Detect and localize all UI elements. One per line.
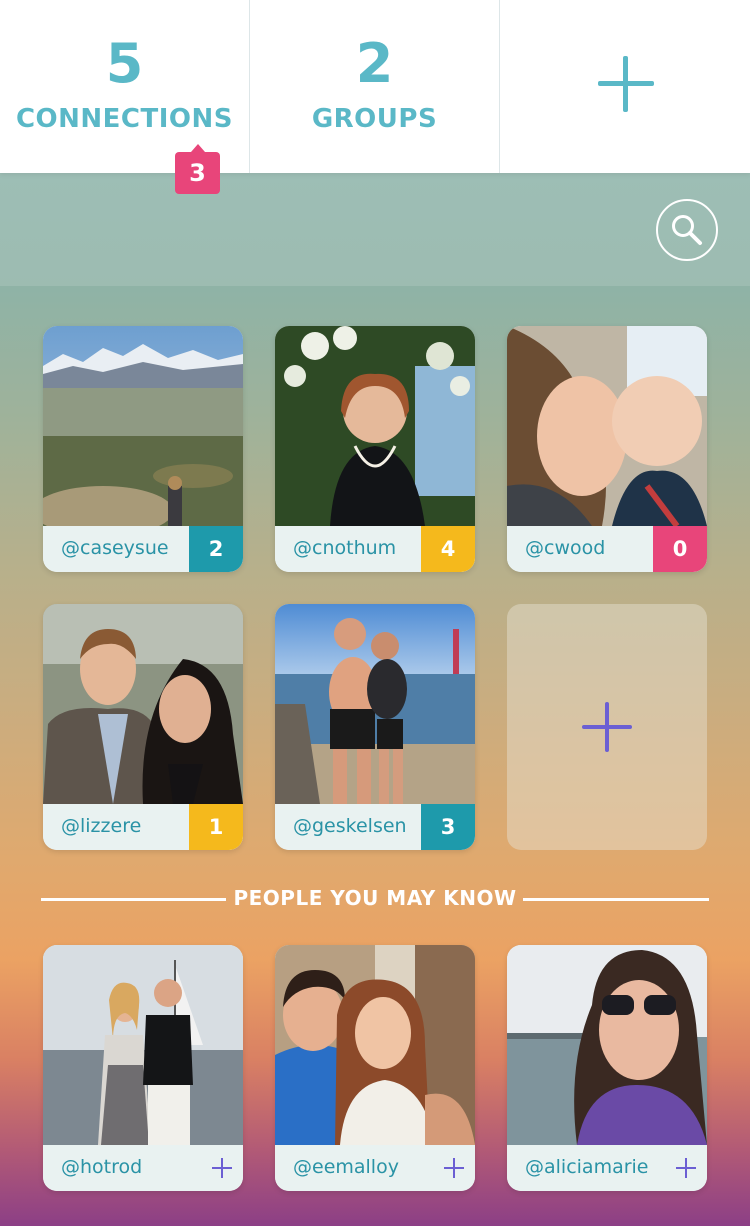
plus-icon[interactable] [212, 1158, 232, 1178]
connection-handle: @geskelsen [293, 815, 407, 837]
connection-requests-badge[interactable]: 3 [175, 144, 220, 194]
divider-left [41, 898, 226, 901]
shared-count-badge: 4 [421, 526, 475, 572]
connection-handle: @lizzere [61, 815, 142, 837]
add-connection-card[interactable] [507, 604, 707, 850]
shared-count-badge: 1 [189, 804, 243, 850]
connections-label: CONNECTIONS [15, 104, 234, 134]
connection-photo [275, 604, 475, 804]
suggestion-handle: @hotrod [61, 1156, 143, 1178]
shared-count-badge: 3 [421, 804, 475, 850]
divider-right [523, 898, 709, 901]
connection-card[interactable]: @caseysue 2 [43, 326, 243, 572]
connection-card[interactable]: @lizzere 1 [43, 604, 243, 850]
connection-card[interactable]: @cwood 0 [507, 326, 707, 572]
card-footer: @cwood 0 [507, 526, 707, 572]
plus-icon [598, 56, 654, 112]
search-band [0, 173, 750, 286]
groups-label: GROUPS [311, 104, 438, 134]
add-button[interactable] [500, 0, 750, 173]
plus-icon[interactable] [444, 1158, 464, 1178]
card-footer: @aliciamarie [507, 1145, 707, 1191]
suggestion-handle: @aliciamarie [525, 1156, 649, 1178]
suggestion-card[interactable]: @aliciamarie [507, 945, 707, 1191]
suggestion-handle: @eemalloy [293, 1156, 399, 1178]
search-button[interactable] [656, 199, 718, 261]
suggestion-photo [507, 945, 707, 1145]
suggestion-card[interactable]: @hotrod [43, 945, 243, 1191]
connection-photo [507, 326, 707, 526]
card-footer: @lizzere 1 [43, 804, 243, 850]
connection-handle: @cnothum [293, 537, 397, 559]
connection-photo [275, 326, 475, 526]
suggestion-photo [43, 945, 243, 1145]
card-footer: @hotrod [43, 1145, 243, 1191]
shared-count-badge: 0 [653, 526, 707, 572]
card-footer: @geskelsen 3 [275, 804, 475, 850]
connections-tab[interactable]: 5 CONNECTIONS [0, 0, 250, 173]
connection-handle: @cwood [525, 537, 606, 559]
card-footer: @cnothum 4 [275, 526, 475, 572]
connection-card[interactable]: @cnothum 4 [275, 326, 475, 572]
stats-bar: 5 CONNECTIONS 2 GROUPS [0, 0, 750, 173]
connection-handle: @caseysue [61, 537, 169, 559]
suggestion-photo [275, 945, 475, 1145]
card-footer: @caseysue 2 [43, 526, 243, 572]
plus-icon[interactable] [676, 1158, 696, 1178]
suggestion-card[interactable]: @eemalloy [275, 945, 475, 1191]
plus-icon [582, 702, 632, 752]
shared-count-badge: 2 [189, 526, 243, 572]
connection-photo [43, 326, 243, 526]
connection-photo [43, 604, 243, 804]
connection-card[interactable]: @geskelsen 3 [275, 604, 475, 850]
card-footer: @eemalloy [275, 1145, 475, 1191]
section-title: PEOPLE YOU MAY KNOW [233, 886, 517, 910]
connections-count: 5 [105, 32, 144, 95]
groups-count: 2 [355, 32, 394, 95]
groups-tab[interactable]: 2 GROUPS [250, 0, 500, 173]
search-icon [672, 215, 702, 245]
